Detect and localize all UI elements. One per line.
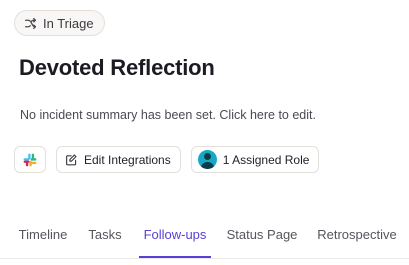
assigned-roles-label: 1 Assigned Role: [222, 152, 310, 167]
edit-icon: [65, 153, 78, 166]
edit-integrations-label: Edit Integrations: [84, 152, 171, 167]
tab-bar: Timeline Tasks Follow-ups Status Page Re…: [0, 220, 409, 259]
tab-status-page[interactable]: Status Page: [226, 220, 298, 258]
edit-integrations-button[interactable]: Edit Integrations: [56, 146, 181, 173]
action-bar: Edit Integrations 1 Assigned Role: [14, 146, 320, 173]
assigned-roles-button[interactable]: 1 Assigned Role: [190, 146, 320, 173]
tab-retrospective[interactable]: Retrospective: [316, 220, 398, 258]
incident-summary[interactable]: No incident summary has been set. Click …: [20, 108, 316, 122]
user-avatar-icon: [197, 150, 217, 169]
status-badge[interactable]: In Triage: [14, 10, 105, 36]
tab-tasks[interactable]: Tasks: [88, 220, 122, 258]
status-label: In Triage: [43, 15, 94, 31]
tab-follow-ups[interactable]: Follow-ups: [139, 220, 211, 258]
tab-timeline[interactable]: Timeline: [18, 220, 68, 258]
shuffle-icon: [24, 17, 37, 30]
slack-button[interactable]: [14, 146, 46, 173]
slack-icon: [23, 153, 37, 167]
page-title: Devoted Reflection: [19, 55, 215, 80]
